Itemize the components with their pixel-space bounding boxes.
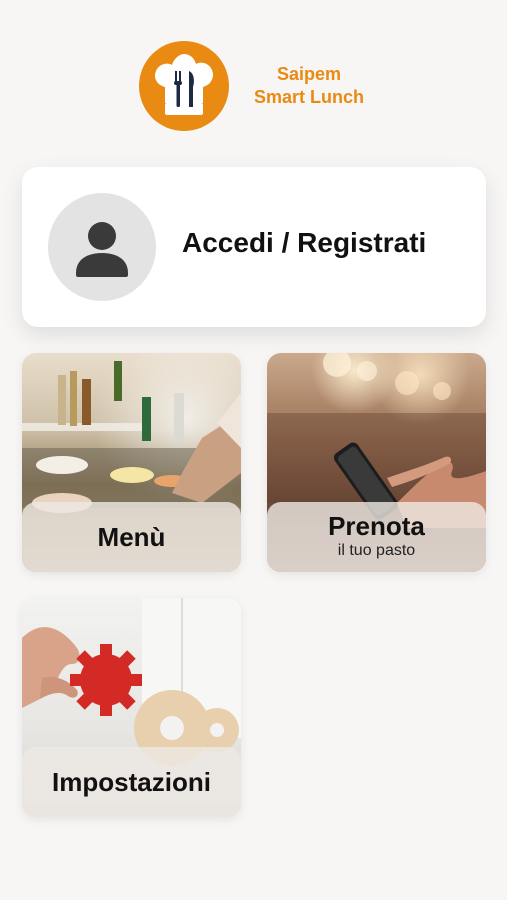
tile-menu-title: Menù xyxy=(97,522,166,552)
login-register-label: Accedi / Registrati xyxy=(182,227,427,258)
brand-line-2: Smart Lunch xyxy=(253,87,364,107)
tile-prenota-title: Prenota xyxy=(328,511,425,541)
tile-prenota-subtitle: il tuo pasto xyxy=(337,542,416,559)
tile-impostazioni-title: Impostazioni xyxy=(52,767,211,797)
user-avatar-icon xyxy=(48,193,156,301)
tile-prenota[interactable]: Prenota il tuo pasto xyxy=(267,353,486,572)
app-logo: Saipem Smart Lunch xyxy=(139,41,379,131)
chef-hat-logo-icon xyxy=(139,41,229,131)
tile-impostazioni-caption: Impostazioni xyxy=(22,747,241,817)
tile-menu-caption: Menù xyxy=(22,502,241,572)
brand-name: Saipem Smart Lunch xyxy=(239,63,379,109)
tile-menu[interactable]: Menù xyxy=(22,353,241,572)
tile-prenota-caption: Prenota il tuo pasto xyxy=(267,502,486,572)
brand-line-1: Saipem xyxy=(276,64,342,84)
tile-impostazioni[interactable]: Impostazioni xyxy=(22,598,241,817)
login-register-button[interactable]: Accedi / Registrati xyxy=(22,167,486,327)
